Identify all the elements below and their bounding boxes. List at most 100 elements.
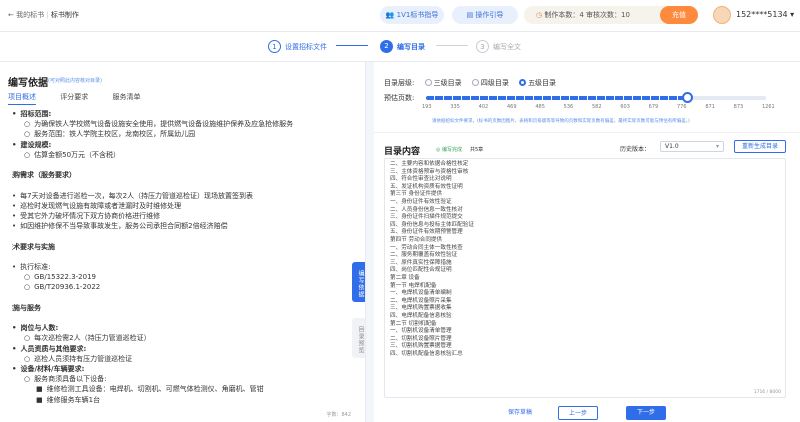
tab-service-list[interactable]: 服务清单 [112,92,140,102]
toc-line: 第三节 身份证件提供 [390,191,443,198]
level-label: 目录层级: [384,79,415,87]
basis-line: ○ 估算金额50万元（不含税） [24,150,121,159]
slider-tick: 335 [450,104,460,110]
basis-panel: 编写依据 (可对照此内容核对目录) 项目概述 评分要求 服务清单 • 招标范围: ○… [0,62,366,422]
slider-tick: 469 [507,104,517,110]
slider-tick: 193 [422,104,432,110]
bullet-icon: ■ [36,395,43,404]
basis-title: 编写依据 [8,78,48,89]
toc-line: 一、劳动合同主体一致性核查 [390,244,463,251]
pages-slider[interactable] [426,92,766,103]
version-select[interactable]: V1.0 ▾ [660,141,724,152]
slider-handle[interactable] [681,92,693,103]
toc-line: 二、服务期覆盖有效性验证 [390,252,458,259]
bullet-icon: • [12,263,17,271]
bullet-icon: ○ [24,334,31,343]
slider-tick: 1261 [762,104,775,110]
basis-line: • 招标范围: [12,110,52,118]
slider-tick: 871 [705,104,715,110]
basis-line: ○ GB/T20936.1-2022 [24,283,101,292]
basis-line: • 建设规模: [12,140,52,149]
bullet-icon: ○ [24,130,31,139]
toc-editor[interactable]: 1716 / 8000 二、主要内容和依据合格性核定 三、主体资格预审与资格性审核… [384,158,786,398]
toc-line: 二、切割机设备照片管理 [390,335,452,342]
bullet-icon: • [12,110,17,118]
basis-line: 技术要求与实施 [12,242,55,251]
regenerate-toc-button[interactable]: 重新生成目录 [734,140,786,153]
basis-line: ○ 服务范围：铁人学院主校区，龙南校区，所属幼儿园 [24,130,196,139]
level-radio-3[interactable] [424,79,432,86]
toc-panel: 目录层级: 三级目录 四级目录 五级目录 预估页数: 193 335 402 469 4… [374,62,800,422]
toc-line: 第四节 劳动合同提供 [390,237,443,243]
operation-guide-button[interactable]: ▤ 操作引导 [452,6,518,24]
slider-tick: 679 [648,104,659,110]
toc-line: 五、发证机构资质有效性证明 [390,183,463,190]
toc-chapter-count: 共5章 [470,147,484,153]
step-3-label[interactable]: 编写全文 [493,42,521,52]
bullet-icon: ○ [24,120,31,129]
toc-title: 目录内容 [384,147,421,157]
toc-line: 一、身份证件有效性验证 [390,199,452,205]
bullet-icon: ○ [24,283,31,292]
breadcrumb: ← 我的标书 | 标书制作 [8,11,79,19]
toc-line: 第二节 切割机配备 [390,320,437,327]
level-radio-4[interactable] [471,79,479,86]
prev-step-button[interactable]: 上一步 [558,406,598,420]
toc-line: 二、人员身份信息一致性核对 [390,206,463,213]
avatar[interactable] [713,6,731,24]
recharge-button[interactable]: 充值 [660,6,698,24]
user-menu[interactable]: 152****5134 ▾ [736,10,794,19]
tab-scoring[interactable]: 评分要求 [60,92,88,102]
toc-line: 三、身份证件扫描件规范提交 [390,214,463,221]
slider-tick: 402 [478,104,489,110]
basis-line: • 如因维护修保不当导致事故发生，服务公司承担合同额2倍经济赔偿 [12,222,228,231]
step-3-number: 3 [476,40,489,53]
bullet-icon: • [12,222,17,231]
toc-line: 三、原件真实性保障措施 [390,259,452,266]
bullet-icon: • [12,201,17,210]
level-radio-5[interactable] [519,79,527,86]
vip-guide-button[interactable]: 👥 1V1标书指导 [380,6,444,24]
basis-line: ○ 为确保铁人学校燃气设备设施安全使用，提供燃气设备设施维护保养及应急抢修服务 [24,120,294,129]
basis-line: • 人员资质与其他要求: [12,344,87,353]
level-option-3[interactable]: 三级目录 [434,79,462,87]
bullet-icon: ○ [24,375,31,384]
toc-line: 四、岗位匹配性合规证明 [390,267,452,274]
basis-line: ○ 服务商须具备以下设备: [24,375,107,384]
step-arrow [336,45,368,46]
toc-line: 三、主体资格预审与资格性审核 [390,168,469,175]
tab-overview[interactable]: 项目概述 [8,92,36,105]
step-1-number: 1 [268,40,281,53]
step-2-label[interactable]: 编写目录 [397,42,425,52]
toc-line: 五、身份证件有效期预警管理 [390,229,463,236]
slider-tick: 582 [592,104,602,110]
divider [374,132,800,133]
slider-tick: 776 [677,104,687,110]
basis-line: ○ GB/15322.3-2019 [24,273,96,282]
side-tab-basis[interactable]: 编写依据 [352,262,365,302]
side-tab-preview[interactable]: 目录预览 [352,318,365,358]
bullet-icon: • [12,324,17,333]
toc-line: 四、符合性审查比对说明 [390,176,452,183]
toc-line: 一、电焊机设备清单编制 [390,290,452,297]
basis-content: • 招标范围: ○ 为确保铁人学校燃气设备设施安全使用，提供燃气设备设施维护保养及应急… [12,110,342,410]
bullet-icon: • [12,191,17,200]
step-arrow [436,45,468,46]
users-icon: 👥 [385,11,397,19]
basis-line: • 每7天对设备进行巡检一次，每次2人（持压力管道巡检证）现场放置签到表 [12,191,254,200]
slider-fill [426,96,688,100]
pages-hint: 请依据招标文件要求，(标书的页数因图片、表格和页排版等等导致的页数和实际页数有偏… [432,119,690,124]
basis-tabs: 项目概述 评分要求 服务清单 [8,92,162,105]
back-link[interactable]: ← 我的标书 [8,11,44,19]
save-draft-button[interactable]: 保存草稿 [500,406,540,420]
bullet-icon: • [12,140,17,149]
basis-line: 实施与服务 [12,303,41,312]
next-step-button[interactable]: 下一步 [626,406,666,420]
basis-line: 采购需求（服务要求） [12,171,76,180]
level-option-5[interactable]: 五级目录 [528,79,556,87]
char-count: 字数：842 [326,412,351,418]
level-option-4[interactable]: 四级目录 [481,79,509,87]
toc-line: 第一节 电焊机配备 [390,282,437,289]
step-1-label[interactable]: 设置招标文件 [285,42,327,52]
step-2-number: 2 [380,40,393,53]
